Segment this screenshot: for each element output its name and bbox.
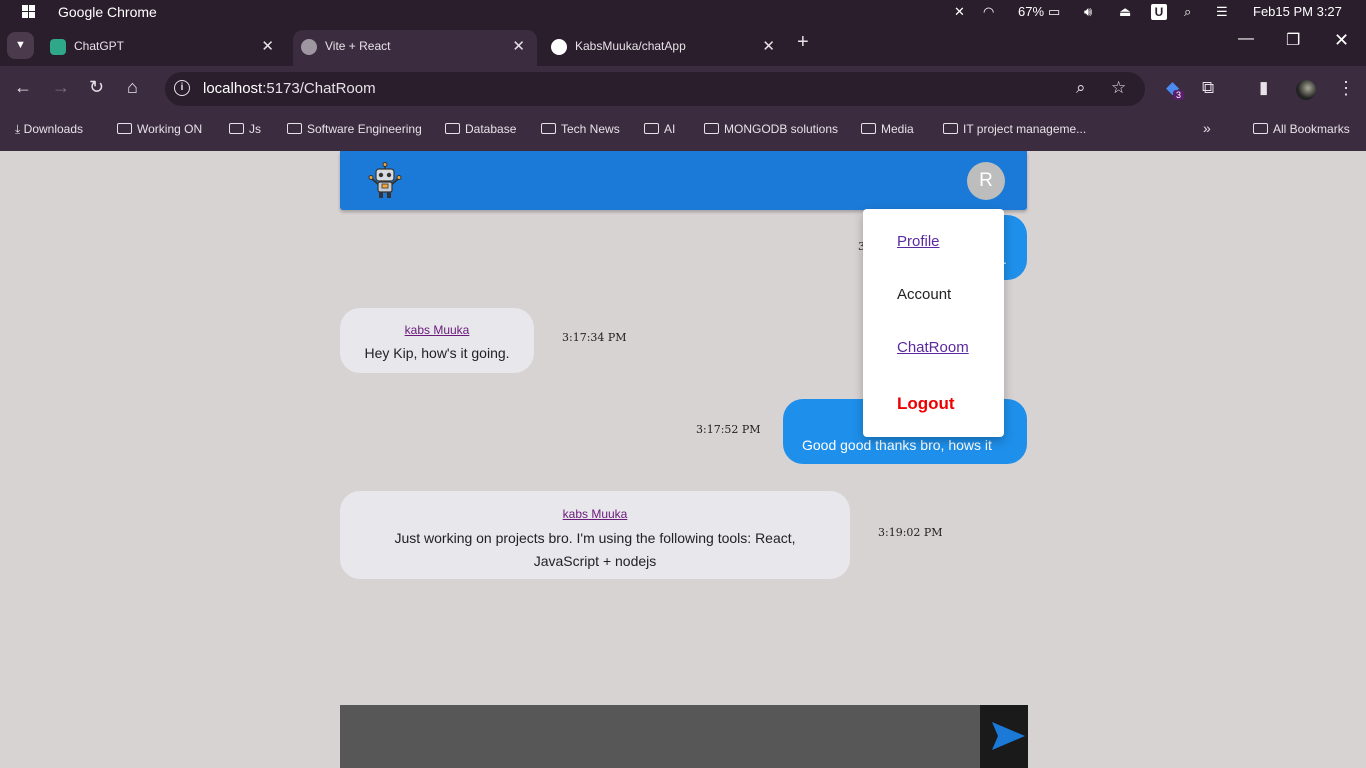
reload-icon[interactable]: ↻ (89, 77, 104, 98)
active-app-name: Google Chrome (58, 4, 157, 20)
battery-percent: 67% (1018, 4, 1045, 19)
bookmark-folder[interactable]: Tech News (541, 122, 620, 136)
chrome-menu-icon[interactable]: ⋮ (1337, 78, 1355, 99)
globe-favicon-icon (301, 39, 317, 55)
extensions-puzzle-icon[interactable]: ⧉ (1202, 78, 1214, 98)
bookmark-folder[interactable]: MONGODB solutions (704, 122, 838, 136)
back-arrow-icon[interactable]: ← (14, 77, 32, 98)
bookmark-folder[interactable]: AI (644, 122, 675, 136)
tab-search-dropdown-icon[interactable]: ▼ (7, 32, 34, 59)
menu-item-account[interactable]: Account (897, 286, 951, 303)
send-arrow-icon (992, 722, 1025, 750)
tab-github-chatapp[interactable]: KabsMuuka/chatApp ✕ (543, 30, 787, 66)
menu-item-chatroom[interactable]: ChatRoom (897, 339, 969, 356)
sender-name-link[interactable]: kabs Muuka (370, 507, 820, 521)
zoom-icon[interactable]: ⌕ (1076, 78, 1086, 98)
all-bookmarks-folder[interactable]: All Bookmarks (1253, 122, 1350, 136)
folder-icon (861, 123, 876, 134)
tab-label: ChatGPT (74, 39, 125, 53)
minimize-window-icon[interactable]: — (1238, 30, 1254, 48)
close-window-icon[interactable]: ✕ (1334, 30, 1349, 51)
message-text: Hey Kip, how's it going. (364, 345, 510, 361)
folder-icon (117, 123, 132, 134)
bookmark-downloads[interactable]: ⤓ Downloads (15, 122, 83, 137)
sender-name-link[interactable]: kabs Muuka (340, 323, 534, 337)
bookmark-star-icon[interactable]: ☆ (1111, 78, 1126, 98)
chat-page: R . 3 kabs Muuka Hey Kip, how's it going… (0, 151, 1366, 768)
extension-badge-count: 3 (1173, 90, 1185, 100)
send-button[interactable] (980, 705, 1028, 768)
os-top-bar: Google Chrome ✕ ◠ 67% ▭ 🔊︎ ⏏ U ⌕ ☰ Feb15… (0, 0, 1366, 24)
chat-bubble-incoming: kabs Muuka Just working on projects bro.… (340, 491, 850, 579)
bookmark-folder[interactable]: Working ON (117, 122, 202, 136)
close-tab-icon[interactable]: ✕ (762, 37, 775, 55)
tab-chatgpt[interactable]: ChatGPT ✕ (42, 30, 286, 66)
tab-label: Vite + React (325, 39, 391, 53)
bookmark-folder[interactable]: Software Engineering (287, 122, 422, 136)
chat-header: R (340, 151, 1027, 210)
eject-icon[interactable]: ⏏ (1119, 4, 1131, 20)
folder-icon (644, 123, 659, 134)
message-text: Just working on projects bro. I'm using … (394, 530, 796, 569)
wifi-icon[interactable]: ◠ (983, 4, 994, 20)
folder-icon (229, 123, 244, 134)
search-icon[interactable]: ⌕ (1184, 4, 1191, 20)
site-info-icon[interactable]: i (174, 80, 190, 96)
bookmarks-bar: ⤓ Downloads Working ON Js Software Engin… (0, 112, 1366, 151)
folder-icon (287, 123, 302, 134)
close-tab-icon[interactable]: ✕ (512, 37, 525, 55)
new-tab-plus-icon[interactable]: + (797, 31, 809, 54)
folder-icon (541, 123, 556, 134)
bookmark-folder[interactable]: Database (445, 122, 516, 136)
folder-icon (1253, 123, 1268, 134)
address-bar[interactable]: i localhost:5173/ChatRoom ⌕ ☆ (165, 72, 1145, 106)
robot-logo-icon[interactable] (367, 162, 403, 200)
user-avatar[interactable]: R (967, 162, 1005, 200)
battery-icon[interactable]: ▭ (1048, 4, 1060, 20)
user-badge-icon[interactable]: U (1151, 4, 1167, 20)
github-favicon-icon (551, 39, 567, 55)
download-icon: ⤓ (15, 122, 21, 136)
message-timestamp: 3:17:52 PM (696, 423, 761, 436)
forward-arrow-icon[interactable]: → (52, 77, 70, 98)
restore-window-icon[interactable]: ❐ (1286, 30, 1300, 50)
bookmark-folder[interactable]: IT project manageme... (943, 122, 1086, 136)
message-timestamp: 3:19:02 PM (878, 526, 943, 539)
clock-datetime[interactable]: Feb15 PM 3:27 (1253, 4, 1342, 19)
bookmark-folder[interactable]: Media (861, 122, 914, 136)
url-text[interactable]: localhost:5173/ChatRoom (203, 80, 376, 97)
tab-vite-react[interactable]: Vite + React ✕ (293, 30, 537, 66)
volume-icon[interactable]: 🔊︎ (1084, 4, 1092, 20)
tab-label: KabsMuuka/chatApp (575, 39, 686, 53)
tab-strip: ▼ ChatGPT ✕ Vite + React ✕ KabsMuuka/cha… (0, 24, 1366, 66)
home-icon[interactable]: ⌂ (127, 77, 138, 98)
message-timestamp: 3:17:34 PM (562, 331, 627, 344)
windows-start-icon[interactable] (22, 5, 35, 18)
user-dropdown-menu: Profile Account ChatRoom Logout (863, 209, 1004, 437)
control-center-icon[interactable]: ☰ (1216, 4, 1228, 20)
browser-toolbar: ← → ↻ ⌂ i localhost:5173/ChatRoom ⌕ ☆ ◆ … (0, 66, 1366, 112)
folder-icon (943, 123, 958, 134)
side-panel-icon[interactable]: ▮ (1259, 78, 1268, 98)
folder-icon (704, 123, 719, 134)
chat-bubble-incoming: kabs Muuka Hey Kip, how's it going. (340, 308, 534, 373)
muted-pen-icon[interactable]: ✕ (954, 4, 965, 20)
more-bookmarks-chevron-icon[interactable]: » (1203, 120, 1211, 136)
close-tab-icon[interactable]: ✕ (261, 37, 274, 55)
message-input[interactable] (340, 705, 1028, 768)
chatgpt-favicon-icon (50, 39, 66, 55)
message-text: Good good thanks bro, hows it (802, 437, 992, 453)
menu-item-logout[interactable]: Logout (897, 394, 955, 414)
folder-icon (445, 123, 460, 134)
chrome-profile-avatar[interactable] (1296, 80, 1316, 100)
bookmark-folder[interactable]: Js (229, 122, 261, 136)
menu-item-profile[interactable]: Profile (897, 233, 940, 250)
